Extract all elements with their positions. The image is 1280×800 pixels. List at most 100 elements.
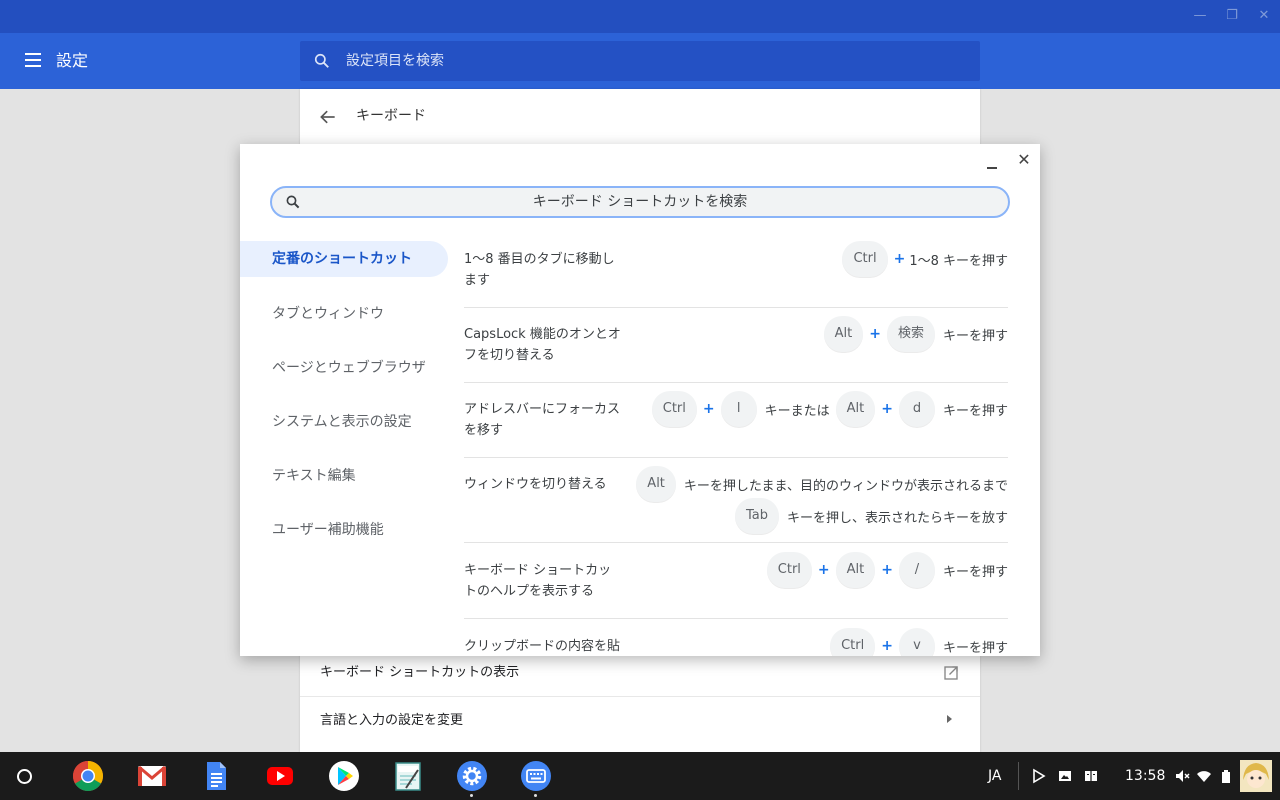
language-input-settings-link[interactable]: 言語と入力の設定を変更 — [300, 696, 980, 745]
key-instruction: キーを押し、表示されたらキーを放す — [786, 510, 1008, 526]
nav-item-text-editing[interactable]: テキスト編集 — [240, 457, 448, 511]
key-instruction: キーを押す — [942, 403, 1008, 419]
key-instruction: キーまたは — [764, 403, 830, 419]
shortcut-description: CapsLock 機能のオンとオ フを切り替える — [464, 327, 621, 363]
key-search: 検索 — [886, 316, 935, 352]
keyboard-shortcuts-link-label: キーボード ショートカットの表示 — [320, 665, 520, 680]
nav-item-accessibility[interactable]: ユーザー補助機能 — [240, 511, 448, 565]
shortcut-search-placeholder: キーボード ショートカットを検索 — [532, 194, 748, 210]
nav-item-label: テキスト編集 — [272, 468, 356, 484]
shortcut-description: 1〜8 番目のタブに移動し ます — [464, 252, 615, 288]
plus-sign: + — [881, 562, 893, 578]
nav-item-page-browser[interactable]: ページとウェブブラウザ — [240, 349, 448, 403]
tray-divider — [1018, 762, 1019, 790]
app-title: 設定 — [56, 51, 89, 70]
window-close-button[interactable]: ✕ — [1256, 8, 1272, 24]
key-alt: Alt — [636, 466, 676, 502]
shortcut-list: 1〜8 番目のタブに移動し ます Ctrl + 1〜8 キーを押す CapsLo… — [464, 241, 1008, 656]
key-l: l — [720, 391, 757, 427]
window-titlebar: — ❐ ✕ — [0, 0, 1280, 33]
plus-sign: + — [893, 251, 906, 267]
shortcut-keys: Ctrl + Alt + / キーを押す — [765, 552, 1008, 588]
ime-indicator[interactable]: JA — [988, 766, 1001, 786]
key-ctrl: Ctrl — [842, 241, 888, 277]
shortcut-category-nav: 定番のショートカット タブとウィンドウ ページとウェブブラウザ システムと表示の… — [240, 241, 448, 565]
shortcut-description: クリップボードの内容を貼 — [464, 639, 621, 654]
key-instruction: キーを押したまま、目的のウィンドウが表示されるまで — [683, 478, 1008, 494]
play-store-icon[interactable] — [328, 760, 360, 792]
shortcut-keys: Ctrl + l キーまたは Alt + d キーを押す — [650, 391, 1008, 427]
book-notification-icon[interactable] — [1083, 768, 1099, 784]
key-ctrl: Ctrl — [766, 552, 812, 588]
key-slash: / — [898, 552, 935, 588]
plus-sign: + — [881, 401, 893, 417]
language-input-settings-label: 言語と入力の設定を変更 — [320, 713, 464, 728]
running-indicator — [470, 794, 473, 797]
key-alt: Alt — [823, 316, 864, 352]
battery-icon[interactable] — [1218, 768, 1234, 784]
nav-item-label: 定番のショートカット — [272, 251, 412, 267]
chrome-icon[interactable] — [72, 760, 104, 792]
key-d: d — [898, 391, 935, 427]
nav-item-popular-shortcuts[interactable]: 定番のショートカット — [240, 241, 448, 277]
docs-icon[interactable] — [200, 760, 232, 792]
volume-muted-icon[interactable] — [1174, 768, 1190, 784]
running-indicator — [534, 794, 537, 797]
key-instruction: キーを押す — [942, 640, 1008, 656]
window-restore-button[interactable]: ❐ — [1224, 8, 1240, 24]
plus-sign: + — [869, 326, 881, 342]
key-ctrl: Ctrl — [651, 391, 697, 427]
shortcut-keys-line2: Tab キーを押し、表示されたらキーを放す — [733, 498, 1008, 534]
key-tab: Tab — [734, 498, 779, 534]
shortcut-search-input[interactable]: キーボード ショートカットを検索 — [270, 186, 1010, 218]
search-icon — [314, 53, 329, 68]
dialog-close-button[interactable]: ✕ — [1016, 152, 1032, 168]
settings-search-input[interactable]: 設定項目を検索 — [300, 41, 980, 81]
plus-sign: + — [702, 401, 715, 417]
shortcut-row: キーボード ショートカッ トのヘルプを表示する Ctrl + Alt + / キ… — [464, 543, 1008, 619]
plus-sign: + — [817, 562, 830, 578]
shortcut-keys: Alt キーを押したまま、目的のウィンドウが表示されるまで — [634, 466, 1008, 502]
shortcut-keys: Ctrl + v キーを押す — [828, 628, 1008, 656]
shortcut-row: ウィンドウを切り替える Alt キーを押したまま、目的のウィンドウが表示されるま… — [464, 458, 1008, 543]
key-ctrl: Ctrl — [830, 628, 876, 656]
launcher-button[interactable] — [17, 769, 32, 784]
play-notification-icon[interactable] — [1031, 768, 1047, 784]
keyboard-shortcuts-app-icon[interactable] — [520, 760, 552, 792]
window-minimize-button[interactable]: — — [1192, 8, 1208, 24]
plus-sign: + — [881, 638, 893, 654]
settings-header: 設定 設定項目を検索 — [0, 33, 1280, 89]
settings-app-icon[interactable] — [456, 760, 488, 792]
nav-item-label: タブとウィンドウ — [272, 306, 384, 322]
shortcut-row: 1〜8 番目のタブに移動し ます Ctrl + 1〜8 キーを押す — [464, 241, 1008, 308]
shortcut-row: アドレスバーにフォーカス を移す Ctrl + l キーまたは Alt + d … — [464, 383, 1008, 458]
clock[interactable]: 13:58 — [1125, 766, 1165, 786]
key-v: v — [898, 628, 935, 656]
youtube-icon[interactable] — [264, 760, 296, 792]
keyboard-shortcuts-dialog: ✕ キーボード ショートカットを検索 定番のショートカット タブとウィンドウ ペ… — [240, 144, 1040, 656]
user-avatar[interactable] — [1240, 760, 1272, 792]
wifi-icon[interactable] — [1196, 768, 1212, 784]
shortcut-row: クリップボードの内容を貼 Ctrl + v キーを押す — [464, 619, 1008, 656]
shortcut-keys: Ctrl + 1〜8 キーを押す — [840, 241, 1008, 277]
key-alt: Alt — [835, 552, 876, 588]
menu-icon[interactable] — [22, 50, 46, 72]
nav-item-system-display[interactable]: システムと表示の設定 — [240, 403, 448, 457]
dialog-minimize-button[interactable] — [985, 156, 999, 170]
key-instruction: キーを押す — [942, 564, 1008, 580]
nav-item-label: ユーザー補助機能 — [272, 522, 384, 538]
shortcut-row: CapsLock 機能のオンとオ フを切り替える Alt + 検索 キーを押す — [464, 308, 1008, 383]
open-external-icon — [944, 666, 958, 680]
arrow-back-icon[interactable] — [318, 107, 338, 127]
nav-item-tabs-windows[interactable]: タブとウィンドウ — [240, 295, 448, 349]
key-instruction: キーを押す — [942, 328, 1008, 344]
shortcut-description: ウィンドウを切り替える — [464, 477, 607, 492]
key-instruction: 1〜8 キーを押す — [909, 253, 1008, 269]
nav-item-label: システムと表示の設定 — [272, 414, 412, 430]
gmail-icon[interactable] — [136, 760, 168, 792]
shelf: JA 13:58 — [0, 752, 1280, 800]
page-title: キーボード — [356, 108, 426, 124]
jota-text-editor-icon[interactable] — [392, 760, 424, 792]
image-notification-icon[interactable] — [1057, 768, 1073, 784]
shortcut-description: キーボード ショートカッ トのヘルプを表示する — [464, 563, 612, 599]
